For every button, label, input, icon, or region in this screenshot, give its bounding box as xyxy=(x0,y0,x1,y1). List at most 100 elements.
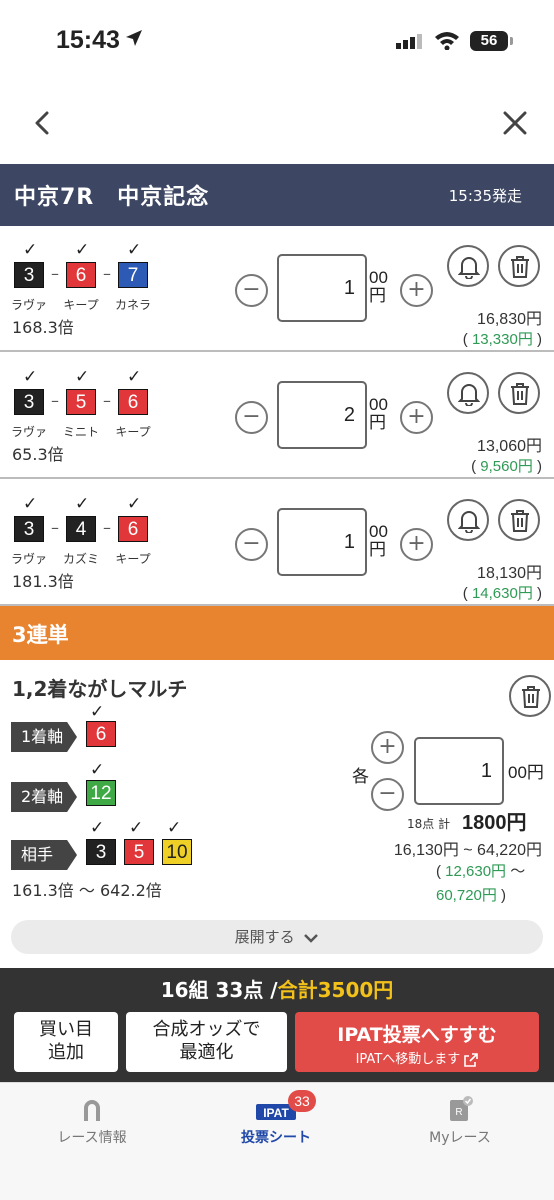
wifi-icon xyxy=(435,32,459,50)
increment-button[interactable]: + xyxy=(400,274,433,307)
close-icon[interactable] xyxy=(500,108,530,138)
bet-type-header: 3連単 xyxy=(0,606,554,660)
tab-my-race[interactable]: R Myレース xyxy=(368,1095,552,1147)
check-icon: ✓ xyxy=(23,494,38,514)
bet-row: ✓ 3 ラヴァ – ✓ 6 キープ – ✓ 7 カネラ 168.3倍 −1 00 円 +16,830円( 13… xyxy=(0,226,554,352)
my-race-icon: R xyxy=(450,1096,473,1121)
check-icon: ✓ xyxy=(90,818,105,838)
multi-bet-title: 1,2着ながしマルチ xyxy=(12,677,188,701)
trash-icon xyxy=(511,383,529,405)
bell-icon xyxy=(458,257,480,279)
horse-name: ラヴァ xyxy=(10,552,47,566)
separator: – xyxy=(103,264,111,283)
race-post-time: 15:35発走 xyxy=(448,187,522,205)
check-icon: ✓ xyxy=(90,702,105,722)
optimize-odds-button[interactable]: 合成オッズで 最適化 xyxy=(126,1012,287,1072)
summary-total: 合計3500円 xyxy=(277,978,394,1002)
ipat-vote-button[interactable]: IPAT投票へすすむ IPATへ移動します xyxy=(295,1012,539,1072)
trash-icon xyxy=(522,686,540,708)
delete-button[interactable] xyxy=(498,245,540,287)
battery-indicator: 56 xyxy=(470,31,513,51)
check-icon: ✓ xyxy=(167,818,182,838)
horse-name: ラヴァ xyxy=(10,298,47,312)
each-label: 各 xyxy=(352,767,369,787)
summary-count: 16組 33点 / xyxy=(160,978,278,1002)
check-icon: ✓ xyxy=(127,240,142,260)
separator: – xyxy=(51,391,59,410)
horse-number: 3 xyxy=(14,262,44,288)
increment-button[interactable]: + xyxy=(371,731,404,764)
separator: – xyxy=(103,518,111,537)
status-bar: 15:43 56 xyxy=(0,0,554,86)
bet-profit: ( 9,560円 ) xyxy=(471,458,542,475)
horse-name: キープ xyxy=(115,425,151,439)
check-icon: ✓ xyxy=(127,494,142,514)
amount-input[interactable]: 1 xyxy=(414,737,504,805)
cellular-signal-icon xyxy=(396,34,422,49)
amount-unit: 00円 xyxy=(508,763,544,782)
delete-button[interactable] xyxy=(498,499,540,541)
horse-name: キープ xyxy=(63,298,99,312)
notify-button[interactable] xyxy=(447,499,489,541)
check-icon: ✓ xyxy=(127,367,142,387)
odds-range: 161.3倍 〜 642.2倍 xyxy=(12,881,162,900)
partner-horse-number: 10 xyxy=(162,839,192,865)
bet-count-badge: 33 xyxy=(288,1090,316,1112)
decrement-button[interactable]: − xyxy=(235,401,268,434)
delete-button[interactable] xyxy=(498,372,540,414)
separator: – xyxy=(103,391,111,410)
check-icon: ✓ xyxy=(75,367,90,387)
multi-total: 1800円 xyxy=(462,812,527,834)
add-bet-button[interactable]: 買い目 追加 xyxy=(14,1012,118,1072)
bet-profit: ( 13,330円 ) xyxy=(462,331,542,348)
amount-input[interactable]: 1 xyxy=(277,254,367,322)
bet-row: ✓ 3 ラヴァ – ✓ 5 ミニト – ✓ 6 キープ 65.3倍 −2 00 円 +13,060円( 9,5… xyxy=(0,353,554,479)
horse-number: 5 xyxy=(66,389,96,415)
decrement-button[interactable]: − xyxy=(371,778,404,811)
status-time: 15:43 xyxy=(56,26,120,54)
notify-button[interactable] xyxy=(447,245,489,287)
increment-button[interactable]: + xyxy=(400,528,433,561)
horse-name: キープ xyxy=(115,552,151,566)
ipat-main-label: IPAT投票へすすむ xyxy=(337,1024,497,1046)
bet-row: ✓ 3 ラヴァ – ✓ 4 カズミ – ✓ 6 キープ 181.3倍 −1 00 円 +18,130円( 14… xyxy=(0,480,554,606)
horse-number: 7 xyxy=(118,262,148,288)
horse-number: 6 xyxy=(118,389,148,415)
decrement-button[interactable]: − xyxy=(235,528,268,561)
separator: – xyxy=(51,518,59,537)
increment-button[interactable]: + xyxy=(400,401,433,434)
amount-unit-hundreds: 00 xyxy=(369,522,388,541)
race-header: 中京7R 中京記念 15:35発走 xyxy=(0,164,554,226)
amount-input[interactable]: 1 xyxy=(277,508,367,576)
notify-button[interactable] xyxy=(447,372,489,414)
tab-label: Myレース xyxy=(429,1130,491,1146)
back-chevron-icon[interactable] xyxy=(28,108,58,138)
tab-label: レース情報 xyxy=(57,1130,127,1146)
optimize-label-2: 最適化 xyxy=(179,1042,234,1063)
check-icon: ✓ xyxy=(129,818,144,838)
tab-race-info[interactable]: レース情報 xyxy=(0,1095,184,1147)
points-label: 18点 計 xyxy=(407,817,451,831)
amount-input[interactable]: 2 xyxy=(277,381,367,449)
amount-unit-hundreds: 00 xyxy=(369,395,388,414)
horse-name: ラヴァ xyxy=(10,425,47,439)
bet-summary: 16組 33点 /合計3500円 xyxy=(0,974,554,1003)
payout-range: 16,130円 ~ 64,220円 xyxy=(393,842,542,859)
ipat-sub: IPATへ移動します xyxy=(295,1048,539,1067)
horse-name: ミニト xyxy=(62,425,99,439)
expand-button[interactable]: 展開する xyxy=(11,920,543,954)
bet-profit: ( 14,630円 ) xyxy=(462,585,542,602)
amount-unit-yen: 円 xyxy=(369,413,386,432)
ipat-sub-label: IPATへ移動します xyxy=(355,1052,461,1067)
amount-unit-yen: 円 xyxy=(369,286,386,305)
tab-bar: レース情報 IPAT 投票シート R Myレース xyxy=(0,1082,554,1200)
tab-bet-sheet[interactable]: IPAT 投票シート xyxy=(184,1095,368,1147)
bet-odds: 181.3倍 xyxy=(12,572,74,591)
delete-button[interactable] xyxy=(509,675,551,717)
decrement-button[interactable]: − xyxy=(235,274,268,307)
amount-unit-yen: 円 xyxy=(369,540,386,559)
bet-payout: 13,060円 xyxy=(477,438,542,455)
bottom-action-bar: 16組 33点 /合計3500円 買い目 追加 合成オッズで 最適化 IPAT投… xyxy=(0,968,554,1082)
bell-icon xyxy=(458,384,480,406)
add-bet-label-2: 追加 xyxy=(48,1042,84,1063)
